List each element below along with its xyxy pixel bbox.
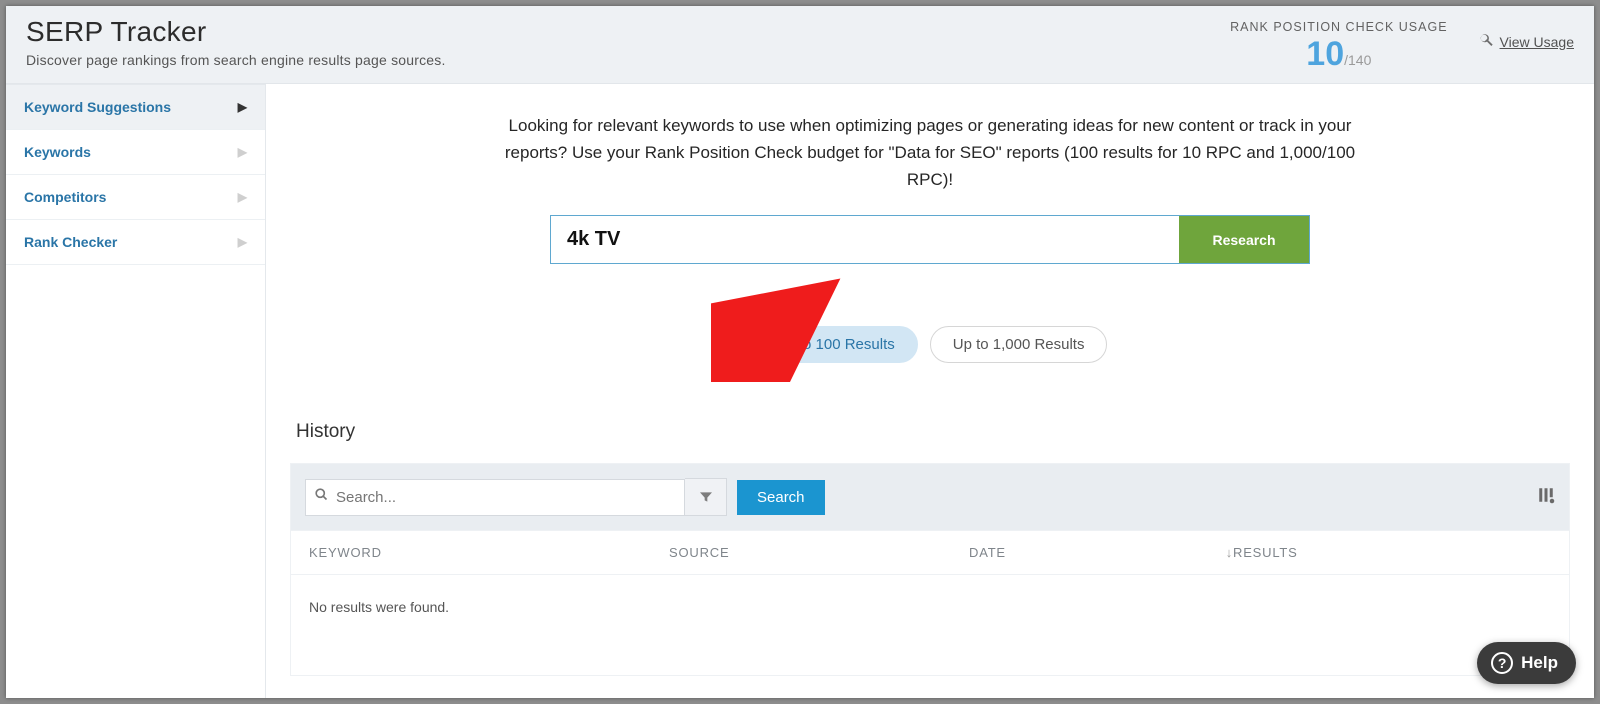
keyword-input[interactable]: [551, 216, 1179, 263]
usage-total-count: /140: [1344, 52, 1371, 68]
columns-settings-icon: [1537, 486, 1555, 504]
sidebar: Keyword Suggestions ▶ Keywords ▶ Competi…: [6, 84, 266, 698]
history-search-input[interactable]: [306, 480, 684, 515]
sidebar-item-keyword-suggestions[interactable]: Keyword Suggestions ▶: [6, 84, 265, 130]
sidebar-item-keywords[interactable]: Keywords ▶: [6, 130, 265, 175]
chevron-right-icon: ▶: [238, 100, 247, 114]
chevron-right-icon: ▶: [238, 145, 247, 159]
filter-button[interactable]: [685, 478, 727, 516]
sidebar-item-label: Keywords: [24, 144, 91, 160]
history-empty: No results were found.: [291, 575, 1569, 675]
sidebar-item-label: Competitors: [24, 189, 106, 205]
chevron-right-icon: ▶: [238, 235, 247, 249]
sidebar-item-label: Rank Checker: [24, 234, 117, 250]
usage-label: RANK POSITION CHECK USAGE: [1230, 20, 1447, 34]
col-date[interactable]: DATE: [969, 545, 1199, 560]
top-bar: SERP Tracker Discover page rankings from…: [6, 6, 1594, 84]
sidebar-item-rank-checker[interactable]: Rank Checker ▶: [6, 220, 265, 265]
keyword-search-row: Research: [550, 215, 1310, 264]
wrench-icon: [1478, 32, 1494, 52]
help-button[interactable]: ? Help: [1477, 642, 1576, 684]
history-search-wrapper: [305, 479, 685, 516]
history-table-header: KEYWORD SOURCE DATE ↓ RESULTS: [291, 530, 1569, 575]
results-limit-1000[interactable]: Up to 1,000 Results: [930, 326, 1108, 363]
intro-text: Looking for relevant keywords to use whe…: [500, 112, 1360, 194]
sidebar-item-competitors[interactable]: Competitors ▶: [6, 175, 265, 220]
col-source[interactable]: SOURCE: [669, 545, 969, 560]
sidebar-item-label: Keyword Suggestions: [24, 99, 171, 115]
usage-used-count: 10: [1306, 35, 1344, 73]
help-icon: ?: [1491, 652, 1513, 674]
view-usage-link[interactable]: View Usage: [1500, 34, 1574, 50]
history-search-button[interactable]: Search: [737, 480, 825, 515]
col-results[interactable]: RESULTS: [1233, 545, 1551, 560]
page-subtitle: Discover page rankings from search engin…: [26, 52, 1230, 68]
col-keyword[interactable]: KEYWORD: [309, 545, 669, 560]
usage-widget: RANK POSITION CHECK USAGE 10/140: [1230, 16, 1447, 75]
research-button[interactable]: Research: [1179, 216, 1309, 263]
results-limit-100[interactable]: Up to 100 Results: [753, 326, 918, 363]
sort-indicator[interactable]: ↓: [1199, 545, 1233, 560]
history-heading: History: [296, 421, 1570, 443]
help-label: Help: [1521, 653, 1558, 673]
columns-settings-button[interactable]: [1537, 486, 1555, 509]
search-icon: [314, 487, 329, 507]
page-title: SERP Tracker: [26, 16, 1230, 48]
chevron-right-icon: ▶: [238, 190, 247, 204]
filter-icon: [698, 489, 714, 505]
history-panel: Search KEYWORD SOURCE DATE ↓ RESULTS: [290, 463, 1570, 676]
